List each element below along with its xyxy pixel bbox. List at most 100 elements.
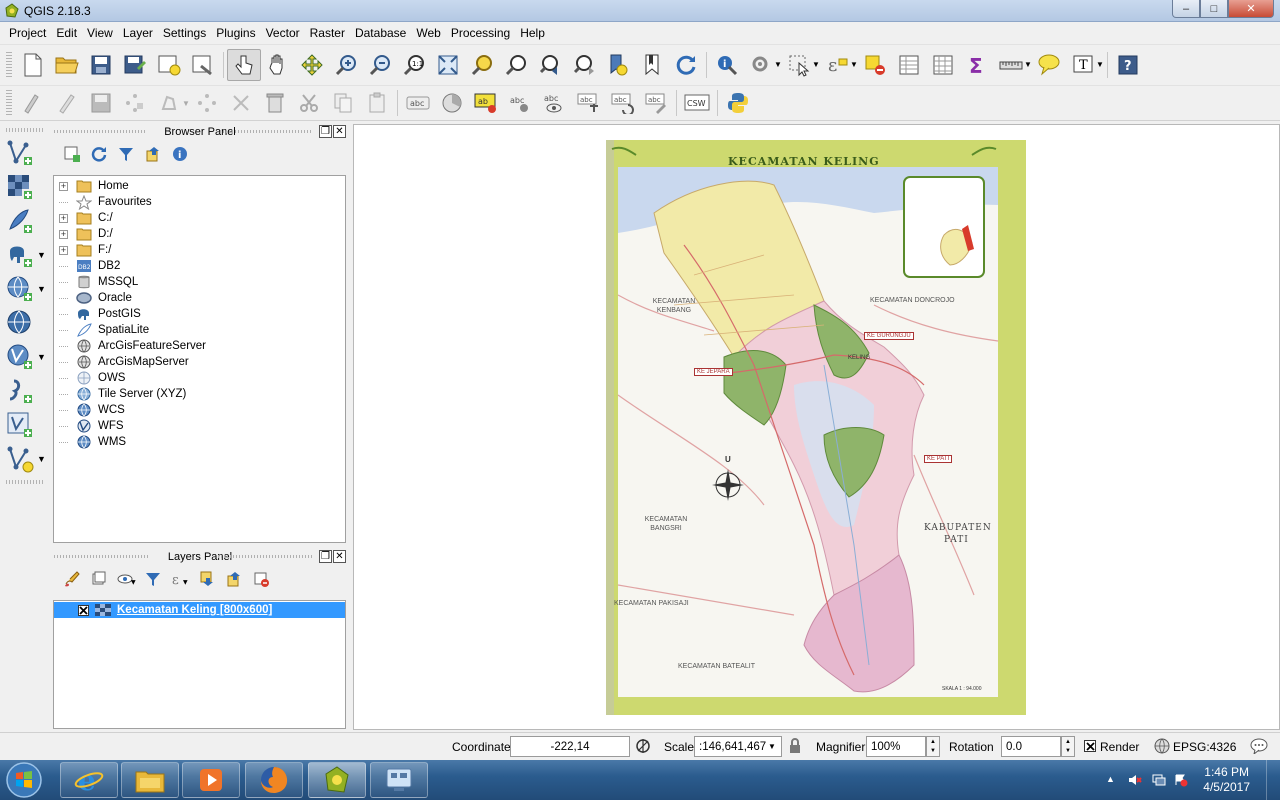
select-by-expression-button[interactable]: ε	[820, 49, 854, 81]
menu-web[interactable]: Web	[411, 26, 445, 40]
add-delimited-text-layer-button[interactable]	[0, 374, 50, 408]
taskbar-qgis[interactable]	[308, 762, 366, 798]
new-project-button[interactable]	[16, 49, 50, 81]
start-button[interactable]	[4, 761, 44, 799]
magnifier-spinner[interactable]: ▲ ▼	[926, 736, 940, 757]
expand-toggle[interactable]: +	[59, 213, 68, 223]
copy-features-button[interactable]	[326, 87, 360, 119]
add-wfs-layer-button[interactable]: ▼	[0, 340, 50, 374]
paste-features-button[interactable]	[360, 87, 394, 119]
move-feature-button[interactable]	[152, 87, 186, 119]
taskbar-control-panel[interactable]	[370, 762, 428, 798]
save-as-button[interactable]	[118, 49, 152, 81]
taskbar-ie[interactable]: e	[60, 762, 118, 798]
refresh-button[interactable]	[669, 49, 703, 81]
show-desktop-button[interactable]	[1266, 760, 1280, 800]
float-panel-button[interactable]: ❐	[319, 125, 332, 138]
tree-item-f-drive[interactable]: + F:/	[54, 242, 345, 258]
change-label-button[interactable]: abc	[639, 87, 673, 119]
show-hide-labels-button[interactable]: abc	[537, 87, 571, 119]
zoom-next-button[interactable]	[567, 49, 601, 81]
chevron-down-icon[interactable]: ▼	[37, 250, 46, 260]
chevron-down-icon[interactable]: ▼	[768, 742, 776, 751]
chevron-down-icon[interactable]: ▼	[812, 60, 820, 69]
expand-toggle[interactable]: +	[59, 229, 68, 239]
tree-item-d-drive[interactable]: + D:/	[54, 226, 345, 242]
close-panel-button[interactable]: ✕	[333, 125, 346, 138]
browser-filter-button[interactable]	[112, 142, 139, 166]
crs-label[interactable]: EPSG:4326	[1173, 740, 1236, 754]
map-tips-button[interactable]	[1032, 49, 1066, 81]
save-project-button[interactable]	[84, 49, 118, 81]
tree-item-wfs[interactable]: WFS	[54, 418, 345, 434]
add-selected-layers-button[interactable]	[58, 142, 85, 166]
add-postgis-layer-button[interactable]: ▼	[0, 238, 50, 272]
zoom-last-button[interactable]	[533, 49, 567, 81]
node-tool-button[interactable]	[190, 87, 224, 119]
network-icon[interactable]	[1152, 773, 1166, 787]
chevron-down-icon[interactable]: ▼	[1024, 60, 1032, 69]
coordinate-field[interactable]	[510, 736, 630, 757]
open-attribute-table-button[interactable]	[892, 49, 926, 81]
deselect-features-button[interactable]	[858, 49, 892, 81]
menu-layer[interactable]: Layer	[118, 26, 158, 40]
crs-button[interactable]	[1154, 738, 1170, 757]
move-label-button[interactable]: abc	[571, 87, 605, 119]
zoom-to-selection-button[interactable]	[465, 49, 499, 81]
taskbar-explorer[interactable]	[121, 762, 179, 798]
add-wms-layer-button[interactable]: ▼	[0, 272, 50, 306]
chevron-down-icon[interactable]: ▼	[37, 352, 46, 362]
help-contents-button[interactable]: ?	[1111, 49, 1145, 81]
action-center-icon[interactable]	[1174, 773, 1188, 787]
show-bookmarks-button[interactable]	[635, 49, 669, 81]
chevron-down-icon[interactable]: ▼	[1096, 60, 1104, 69]
tree-item-db2[interactable]: DB2 DB2	[54, 258, 345, 274]
identify-features-button[interactable]: i	[710, 49, 744, 81]
zoom-full-button[interactable]	[431, 49, 465, 81]
manage-map-themes-button[interactable]: ▼	[112, 567, 139, 591]
menu-vector[interactable]: Vector	[261, 26, 305, 40]
tree-item-arcgis-feature-server[interactable]: ArcGisFeatureServer	[54, 338, 345, 354]
tree-item-c-drive[interactable]: + C:/	[54, 210, 345, 226]
highlight-pinned-labels-button[interactable]: ab	[469, 87, 503, 119]
close-button[interactable]: ✕	[1228, 0, 1274, 18]
menu-view[interactable]: View	[82, 26, 118, 40]
taskbar-media-player[interactable]	[182, 762, 240, 798]
render-checkbox[interactable]	[1084, 740, 1096, 752]
collapse-all-layers-button[interactable]	[220, 567, 247, 591]
tree-item-ows[interactable]: OWS	[54, 370, 345, 386]
system-clock[interactable]: 1:46 PM 4/5/2017	[1203, 765, 1250, 795]
tree-item-oracle[interactable]: Oracle	[54, 290, 345, 306]
touch-zoom-pan-button[interactable]	[227, 48, 261, 81]
map-canvas[interactable]: KECAMATAN DONCROJO KECAMATAN KELING KECA…	[353, 124, 1280, 730]
new-print-composer-button[interactable]	[152, 49, 186, 81]
save-layer-edits-button[interactable]	[84, 87, 118, 119]
composer-manager-button[interactable]	[186, 49, 220, 81]
rotation-spinner[interactable]: ▲ ▼	[1061, 736, 1075, 757]
zoom-out-button[interactable]	[363, 49, 397, 81]
tree-item-mssql[interactable]: MSSQL	[54, 274, 345, 290]
browser-refresh-button[interactable]	[85, 142, 112, 166]
filter-legend-button[interactable]	[139, 567, 166, 591]
add-delimited-text-button[interactable]: CSW	[680, 87, 714, 119]
layer-item-kecamatan-keling[interactable]: Kecamatan Keling [800x600]	[54, 602, 345, 618]
chevron-down-icon[interactable]: ▼	[182, 99, 190, 108]
rotation-field[interactable]	[1001, 736, 1061, 757]
cut-features-button[interactable]	[292, 87, 326, 119]
remove-layer-button[interactable]	[247, 567, 274, 591]
menu-project[interactable]: Project	[4, 26, 51, 40]
delete-button[interactable]	[258, 87, 292, 119]
add-group-button[interactable]	[85, 567, 112, 591]
python-console-button[interactable]	[721, 87, 755, 119]
layers-panel-title-bar[interactable]: Layers Panel ❐ ✕	[52, 549, 348, 565]
expand-all-button[interactable]	[193, 567, 220, 591]
toolbar-grip[interactable]	[6, 480, 44, 484]
expand-toggle[interactable]: +	[59, 245, 68, 255]
layer-styling-button[interactable]	[58, 567, 85, 591]
tree-item-wcs[interactable]: WCS	[54, 402, 345, 418]
layer-labeling-button[interactable]: abc	[401, 87, 435, 119]
pan-map-button[interactable]	[261, 49, 295, 81]
menu-edit[interactable]: Edit	[51, 26, 82, 40]
layers-list[interactable]: Kecamatan Keling [800x600]	[53, 600, 346, 729]
messages-button[interactable]	[1250, 738, 1268, 757]
